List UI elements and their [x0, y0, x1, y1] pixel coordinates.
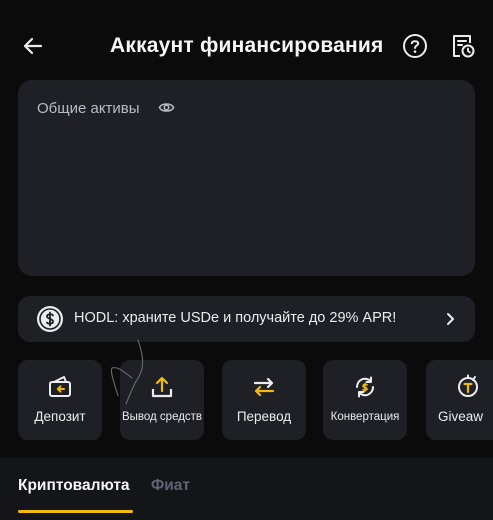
- promo-text: HODL: храните USDe и получайте до 29% AP…: [74, 310, 397, 326]
- total-assets-card: Общие активы: [18, 80, 475, 276]
- transfer-label: Перевод: [236, 409, 292, 424]
- dollar-coin-icon: [37, 306, 63, 332]
- upload-icon: [151, 376, 173, 398]
- help-icon[interactable]: [402, 33, 428, 59]
- giveaway-button[interactable]: Giveaw: [426, 360, 493, 440]
- deposit-button[interactable]: Депозит: [18, 360, 102, 440]
- history-icon[interactable]: [450, 33, 476, 59]
- tab-fiat[interactable]: Фиат: [151, 477, 190, 495]
- convert-icon: [355, 376, 375, 398]
- hodl-promo-banner[interactable]: HODL: храните USDe и получайте до 29% AP…: [18, 296, 475, 342]
- convert-label: Конвертация: [330, 411, 400, 423]
- convert-button[interactable]: Конвертация: [323, 360, 407, 440]
- chevron-right-icon: [447, 313, 454, 325]
- tab-crypto[interactable]: Криптовалюта: [18, 477, 130, 495]
- transfer-button[interactable]: Перевод: [222, 360, 306, 440]
- deposit-icon: [49, 376, 71, 397]
- active-tab-indicator: [18, 510, 133, 513]
- deposit-label: Депозит: [34, 409, 86, 424]
- giveaway-label: Giveaw: [438, 409, 484, 424]
- withdraw-button[interactable]: Вывод средств: [120, 360, 204, 440]
- back-arrow-icon[interactable]: [20, 33, 46, 59]
- page-title: Аккаунт финансирования: [110, 34, 384, 57]
- transfer-arrows-icon: [253, 377, 275, 397]
- giveaway-icon: [458, 374, 478, 397]
- total-assets-label: Общие активы: [37, 100, 140, 117]
- eye-icon[interactable]: [158, 99, 175, 116]
- withdraw-label: Вывод средств: [121, 411, 203, 423]
